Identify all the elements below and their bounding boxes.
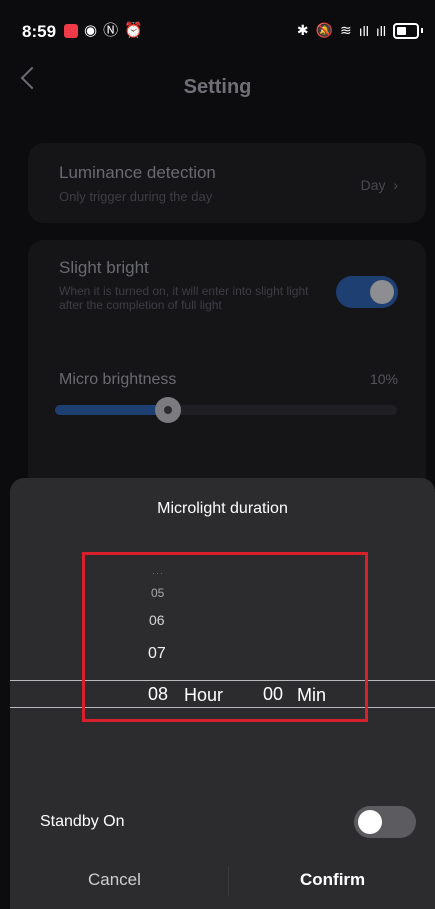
toggle-knob: [358, 810, 382, 834]
luminance-label: Luminance detection: [59, 163, 216, 182]
luminance-detection-row[interactable]: Luminance detection Only trigger during …: [28, 143, 426, 223]
alarm-icon: ⏰: [124, 22, 143, 39]
slight-bright-label: Slight bright: [59, 258, 149, 277]
micro-brightness-value: 10%: [369, 371, 398, 387]
status-right-icons: ✱ 🔕 ≋ ıll ıll: [297, 22, 423, 39]
confirm-button[interactable]: Confirm: [300, 870, 365, 890]
standby-label: Standby On: [40, 813, 125, 830]
notification-app-icon: [64, 24, 78, 38]
button-divider: [228, 866, 229, 896]
eye-icon: ◉: [84, 22, 98, 39]
cancel-button[interactable]: Cancel: [88, 870, 141, 890]
slider-fill: [55, 405, 168, 415]
luminance-value-text: Day: [360, 177, 386, 193]
toggle-knob: [370, 280, 394, 304]
highlight-annotation-box: [82, 552, 368, 722]
micro-brightness-label: Micro brightness: [59, 371, 177, 388]
status-bar: 8:59 ◉ Ⓝ ⏰ ✱ 🔕 ≋ ıll ıll: [0, 0, 435, 62]
slight-bright-toggle[interactable]: [336, 276, 398, 308]
signal-2-icon: ıll: [375, 22, 386, 39]
signal-icon: ıll: [358, 22, 369, 39]
micro-brightness-slider[interactable]: [55, 397, 397, 423]
luminance-sub: Only trigger during the day: [59, 189, 213, 204]
sheet-title: Microlight duration: [157, 500, 288, 517]
page-title: Setting: [183, 76, 252, 98]
battery-icon: [393, 22, 419, 39]
wifi-icon: ≋: [340, 22, 352, 38]
nfc-icon: Ⓝ: [103, 22, 119, 39]
slider-thumb[interactable]: [154, 397, 181, 423]
bluetooth-icon: ✱: [296, 22, 309, 38]
mute-icon: 🔕: [315, 22, 334, 38]
status-left-icons: ◉ Ⓝ ⏰: [64, 23, 143, 39]
battery-tip: [421, 28, 423, 33]
status-time: 8:59: [22, 22, 57, 41]
slight-bright-card: Slight bright When it is turned on, it w…: [28, 240, 426, 500]
chevron-right-icon: ›: [389, 177, 398, 193]
luminance-value: Day ›: [361, 177, 398, 193]
header: Setting: [0, 62, 435, 112]
slight-bright-description: When it is turned on, it will enter into…: [59, 284, 309, 312]
standby-toggle[interactable]: [354, 806, 416, 838]
